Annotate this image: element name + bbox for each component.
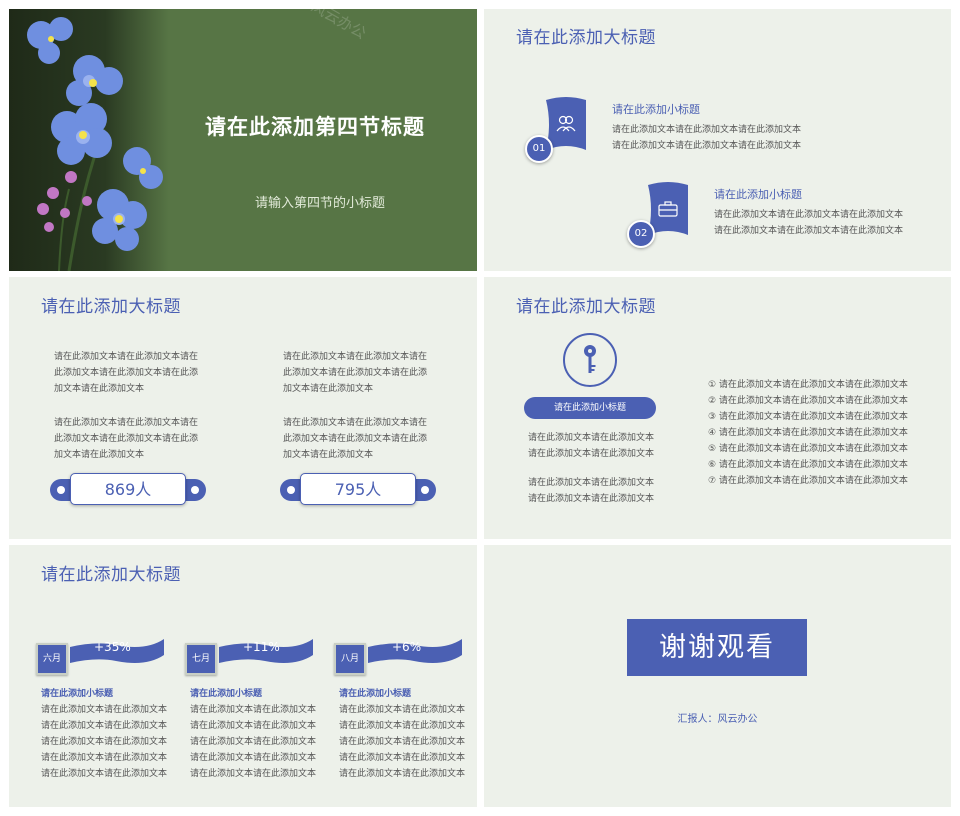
- month-block-1: +35% 六月: [36, 637, 166, 681]
- list-item[interactable]: ⑤ 请在此添加文本请在此添加文本请在此添加文本: [708, 441, 908, 457]
- col1-para2[interactable]: 请在此添加文本请在此添加文本请在 此添加文本请在此添加文本请在此添 加文本请在此…: [54, 415, 198, 463]
- list-item[interactable]: ② 请在此添加文本请在此添加文本请在此添加文本: [708, 393, 908, 409]
- slide-title[interactable]: 请在此添加大标题: [516, 292, 656, 317]
- counter-1: 869人: [50, 473, 206, 507]
- list-item[interactable]: ④ 请在此添加文本请在此添加文本请在此添加文本: [708, 425, 908, 441]
- slide-thanks[interactable]: 谢谢观看 汇报人：风云办公: [484, 545, 951, 807]
- slide-title[interactable]: 请在此添加大标题: [41, 292, 181, 317]
- forget-me-not-image: [27, 17, 163, 271]
- slide-cover[interactable]: 风云办公 请在此添加第四节标题 请输入第四节的小标题: [9, 9, 477, 271]
- month-label-3[interactable]: 八月: [334, 643, 366, 675]
- counter-value-2[interactable]: 795人: [300, 473, 416, 505]
- month-block-2: +11% 七月: [185, 637, 315, 681]
- list-item[interactable]: ① 请在此添加文本请在此添加文本请在此添加文本: [708, 377, 908, 393]
- month-label-2[interactable]: 七月: [185, 643, 217, 675]
- key-para2[interactable]: 请在此添加文本请在此添加文本 请在此添加文本请在此添加文本: [528, 475, 654, 507]
- month-text-2[interactable]: 请在此添加小标题 请在此添加文本请在此添加文本 请在此添加文本请在此添加文本 请…: [190, 686, 316, 782]
- slide-key-list[interactable]: 请在此添加大标题 请在此添加小标题 请在此添加文本请在此添加文本 请在此添加文本…: [484, 277, 951, 539]
- key-para1[interactable]: 请在此添加文本请在此添加文本 请在此添加文本请在此添加文本: [528, 430, 654, 462]
- month-text-3[interactable]: 请在此添加小标题 请在此添加文本请在此添加文本 请在此添加文本请在此添加文本 请…: [339, 686, 465, 782]
- key-icon-circle: [563, 333, 617, 387]
- briefcase-icon: [658, 201, 678, 217]
- slide-monthly[interactable]: 请在此添加大标题 +35% 六月 请在此添加小标题 请在此添加文本请在此添加文本…: [9, 545, 477, 807]
- item-subtitle-1[interactable]: 请在此添加小标题: [612, 101, 700, 117]
- numbered-list: ① 请在此添加文本请在此添加文本请在此添加文本 ② 请在此添加文本请在此添加文本…: [708, 377, 908, 489]
- key-subtitle-pill[interactable]: 请在此添加小标题: [524, 397, 656, 419]
- thanks-banner[interactable]: 谢谢观看: [627, 619, 807, 676]
- item-text-1[interactable]: 请在此添加文本请在此添加文本请在此添加文本 请在此添加文本请在此添加文本请在此添…: [612, 122, 801, 154]
- slide-two-items[interactable]: 请在此添加大标题 01 请在此添加小标题 请在此添加文本请在此添加文本请在此添加…: [484, 9, 951, 271]
- list-item[interactable]: ⑥ 请在此添加文本请在此添加文本请在此添加文本: [708, 457, 908, 473]
- slide-counters[interactable]: 请在此添加大标题 请在此添加文本请在此添加文本请在 此添加文本请在此添加文本请在…: [9, 277, 477, 539]
- month-text-1[interactable]: 请在此添加小标题 请在此添加文本请在此添加文本 请在此添加文本请在此添加文本 请…: [41, 686, 167, 782]
- col2-para1[interactable]: 请在此添加文本请在此添加文本请在 此添加文本请在此添加文本请在此添 加文本请在此…: [283, 349, 427, 397]
- section-subtitle[interactable]: 请输入第四节的小标题: [255, 192, 385, 211]
- month-pct-2[interactable]: +11%: [243, 640, 280, 654]
- users-icon: [556, 115, 576, 132]
- list-item[interactable]: ⑦ 请在此添加文本请在此添加文本请在此添加文本: [708, 473, 908, 489]
- watermark-text: 风云办公: [308, 9, 370, 43]
- month-label-1[interactable]: 六月: [36, 643, 68, 675]
- col1-para1[interactable]: 请在此添加文本请在此添加文本请在 此添加文本请在此添加文本请在此添 加文本请在此…: [54, 349, 198, 397]
- section-title[interactable]: 请在此添加第四节标题: [205, 111, 425, 141]
- month-pct-1[interactable]: +35%: [94, 640, 131, 654]
- key-icon: [584, 345, 596, 373]
- reporter-text[interactable]: 汇报人：风云办公: [484, 710, 951, 725]
- list-item[interactable]: ③ 请在此添加文本请在此添加文本请在此添加文本: [708, 409, 908, 425]
- month-pct-3[interactable]: +6%: [392, 640, 421, 654]
- slide-title[interactable]: 请在此添加大标题: [516, 23, 656, 48]
- month-block-3: +6% 八月: [334, 637, 464, 681]
- item-number-2: 02: [627, 220, 655, 248]
- flower-photo: [9, 9, 169, 271]
- item-number-1: 01: [525, 135, 553, 163]
- item-text-2[interactable]: 请在此添加文本请在此添加文本请在此添加文本 请在此添加文本请在此添加文本请在此添…: [714, 207, 903, 239]
- col2-para2[interactable]: 请在此添加文本请在此添加文本请在 此添加文本请在此添加文本请在此添 加文本请在此…: [283, 415, 427, 463]
- item-subtitle-2[interactable]: 请在此添加小标题: [714, 186, 802, 202]
- counter-value-1[interactable]: 869人: [70, 473, 186, 505]
- counter-2: 795人: [280, 473, 436, 507]
- slide-title[interactable]: 请在此添加大标题: [41, 560, 181, 585]
